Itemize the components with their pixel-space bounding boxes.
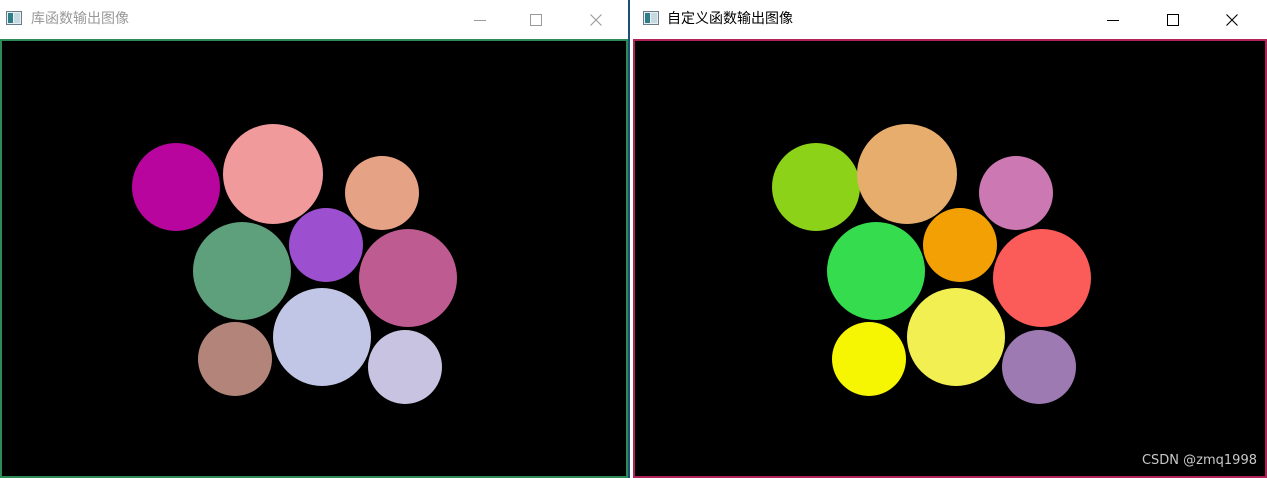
- minimize-button[interactable]: [1090, 0, 1136, 39]
- title-bar[interactable]: 库函数输出图像: [0, 0, 628, 39]
- minimize-button[interactable]: [457, 0, 503, 39]
- circle-9: [1002, 330, 1076, 404]
- close-icon: [590, 13, 602, 26]
- watermark: CSDN @zmq1998: [1141, 453, 1257, 468]
- maximize-button[interactable]: [513, 0, 559, 39]
- maximize-button[interactable]: [1150, 0, 1196, 39]
- title-bar[interactable]: 自定义函数输出图像: [630, 0, 1267, 39]
- circle-3: [979, 156, 1053, 230]
- image-canvas: [772, 124, 1091, 404]
- image-window-icon: [643, 11, 659, 25]
- circle-2: [857, 124, 957, 224]
- minimize-icon: [474, 19, 486, 21]
- circle-2: [223, 124, 323, 224]
- circle-6: [359, 229, 457, 327]
- circle-4: [827, 222, 925, 320]
- circle-3: [345, 156, 419, 230]
- circle-1: [772, 143, 860, 231]
- circle-1: [132, 143, 220, 231]
- custom-output-window[interactable]: 自定义函数输出图像 CSDN @zmq1998: [630, 0, 1267, 478]
- image-canvas: [132, 124, 457, 404]
- library-output-window[interactable]: 库函数输出图像: [0, 0, 628, 478]
- circle-6: [993, 229, 1091, 327]
- maximize-icon: [530, 13, 542, 26]
- image-window-icon: [6, 11, 22, 25]
- close-button[interactable]: [573, 0, 619, 39]
- circle-5: [289, 208, 363, 282]
- window-title: 库函数输出图像: [31, 11, 129, 27]
- window-title: 自定义函数输出图像: [667, 11, 793, 27]
- close-button[interactable]: [1209, 0, 1255, 39]
- circle-8: [273, 288, 371, 386]
- circle-7: [832, 322, 906, 396]
- circle-7: [198, 322, 272, 396]
- maximize-icon: [1167, 13, 1179, 26]
- circle-8: [907, 288, 1005, 386]
- close-icon: [1226, 13, 1238, 26]
- circle-9: [368, 330, 442, 404]
- circle-4: [193, 222, 291, 320]
- image-frame: CSDN @zmq1998: [633, 39, 1267, 478]
- circle-5: [923, 208, 997, 282]
- minimize-icon: [1107, 19, 1119, 21]
- image-frame: [0, 39, 628, 478]
